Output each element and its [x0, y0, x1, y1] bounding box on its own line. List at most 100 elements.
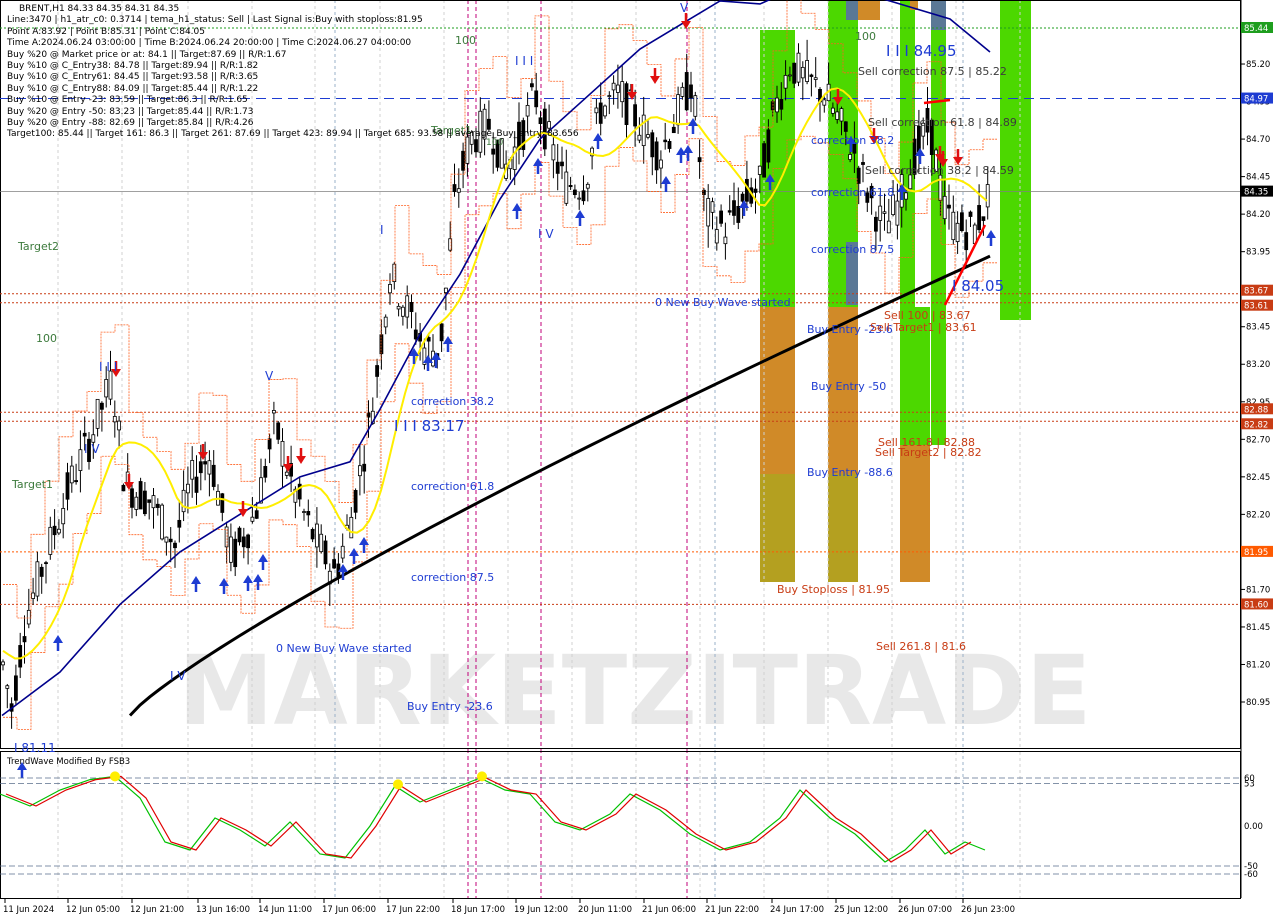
- candle-body: [190, 460, 195, 480]
- candle-body: [142, 490, 147, 515]
- time-tick-label: 12 Jun 05:00: [66, 905, 120, 915]
- candle-body: [465, 136, 470, 164]
- signal-dot: [110, 771, 120, 782]
- chart-label: Sell correction 38.2 | 84.59: [865, 164, 1014, 177]
- candle-body: [18, 645, 23, 668]
- signal-zone: [760, 307, 795, 474]
- axis-tick-label: 83.95: [1246, 248, 1270, 258]
- indicator-tick-label: 53: [1244, 780, 1255, 790]
- chart-label: I V: [84, 442, 100, 456]
- candle-body: [800, 66, 805, 79]
- axis-tick-label: 83.20: [1246, 360, 1270, 370]
- candle-body: [779, 99, 784, 110]
- candle-body: [228, 536, 233, 563]
- chart-label: I V: [170, 669, 186, 683]
- time-tick-label: 26 Jun 07:00: [898, 905, 952, 915]
- candle-body: [581, 190, 586, 202]
- candle-body: [977, 205, 981, 231]
- candle-body: [203, 461, 208, 465]
- candle-body: [130, 488, 134, 508]
- candle-body: [951, 211, 956, 241]
- candle-body: [276, 422, 281, 440]
- candle-body: [198, 461, 203, 474]
- candle-body: [886, 220, 891, 234]
- candle-body: [211, 464, 216, 487]
- candle-body: [383, 316, 388, 328]
- candle-body: [241, 536, 246, 548]
- time-tick-label: 24 Jun 17:00: [770, 905, 824, 915]
- axis-tick-label: 84.45: [1246, 173, 1270, 183]
- chart-label: Sell 261.8 | 81.6: [876, 640, 966, 653]
- candle-body: [280, 440, 285, 467]
- info-line: Buy %20 @ Market price or at: 84.1 || Ta…: [7, 49, 287, 60]
- candle-body: [641, 114, 646, 147]
- info-line: Buy %10 @ C_Entry38: 84.78 || Target:89.…: [7, 61, 259, 72]
- candle-body: [1, 661, 5, 666]
- axis-tick-label: 85.20: [1246, 60, 1270, 70]
- candle-body: [314, 523, 319, 548]
- time-tick-label: 13 Jun 16:00: [196, 905, 250, 915]
- candle-body: [35, 561, 40, 597]
- time-tick-label: 14 Jun 11:00: [258, 905, 312, 915]
- axis-tick-label: 82.20: [1246, 510, 1270, 520]
- candle-body: [39, 566, 44, 577]
- candle-body: [95, 398, 100, 429]
- candle-body: [134, 496, 139, 510]
- indicator-tick-label: -60: [1244, 870, 1258, 880]
- time-tick-label: 21 Jun 22:00: [705, 905, 759, 915]
- candle-body: [353, 490, 358, 513]
- time-tick-label: 19 Jun 12:00: [514, 905, 568, 915]
- signal-zone: [760, 474, 795, 582]
- candle-body: [461, 150, 466, 171]
- candle-body: [727, 210, 732, 213]
- price-tag-label: 84.35: [1244, 188, 1268, 198]
- candle-body: [598, 102, 603, 124]
- candle-body: [413, 329, 418, 340]
- candle-body: [207, 460, 212, 475]
- chart-label: I I I 83.17: [394, 417, 465, 435]
- candle-body: [121, 484, 126, 492]
- candle-body: [654, 141, 659, 171]
- candle-body: [340, 545, 345, 559]
- price-tag-label: 85.44: [1244, 24, 1268, 34]
- candle-body: [108, 370, 113, 400]
- info-line: Buy %10 @ Entry -23: 83.59 || Target:86.…: [7, 95, 248, 106]
- info-line: Target100: 85.44 || Target 161: 86.3 || …: [7, 129, 579, 140]
- candle-body: [603, 105, 607, 117]
- candle-body: [663, 139, 668, 143]
- chart-label: correction 61.8: [811, 186, 894, 199]
- candle-body: [439, 323, 444, 342]
- candle-body: [319, 533, 324, 553]
- time-tick-label: 25 Jun 12:00: [834, 905, 888, 915]
- chart-label: 100: [36, 332, 57, 345]
- candle-body: [22, 636, 27, 643]
- candle-body: [100, 402, 104, 410]
- candle-body: [706, 198, 711, 227]
- candle-body: [805, 60, 809, 82]
- candle-body: [13, 675, 18, 701]
- candle-body: [409, 302, 414, 313]
- candle-body: [684, 72, 689, 111]
- chart-label: 100: [855, 30, 876, 43]
- signal-zone: [1000, 0, 1031, 320]
- price-tag-label: 81.60: [1244, 600, 1268, 610]
- axis-tick-label: 81.70: [1246, 585, 1270, 595]
- candle-body: [676, 94, 680, 126]
- candle-body: [723, 236, 728, 245]
- candle-body: [616, 84, 620, 93]
- price-tag-label: 82.88: [1244, 405, 1268, 415]
- candle-body: [753, 188, 758, 193]
- time-tick-label: 20 Jun 11:00: [578, 905, 632, 915]
- candle-body: [26, 609, 31, 625]
- candle-body: [104, 379, 109, 398]
- candle-body: [732, 200, 736, 216]
- candle-body: [766, 129, 771, 163]
- time-tick-label: 17 Jun 06:00: [322, 905, 376, 915]
- candle-body: [52, 525, 57, 536]
- axis-tick-label: 84.70: [1246, 135, 1270, 145]
- info-panel: BRENT,H1 84.33 84.35 84.31 84.35 Line:34…: [7, 4, 579, 141]
- chart-label: Target1: [11, 478, 53, 491]
- chart-label: I 81.11: [14, 741, 56, 755]
- candle-body: [452, 184, 457, 192]
- candle-body: [48, 526, 53, 555]
